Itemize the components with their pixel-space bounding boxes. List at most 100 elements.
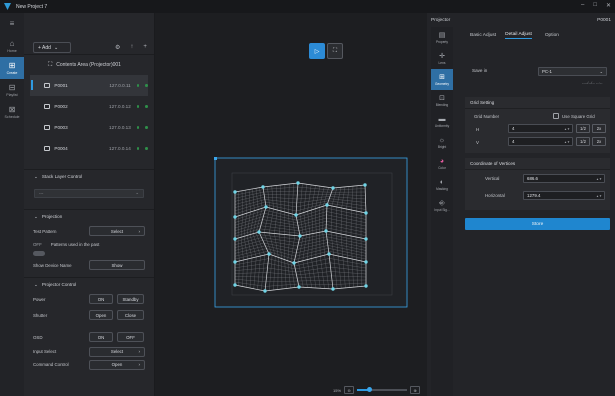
save-in-select[interactable]: PC-1 ⌄	[538, 67, 607, 76]
mesh-vertex-handle[interactable]	[296, 181, 300, 185]
projection-section-header[interactable]: ⌄ Projection	[24, 209, 154, 223]
projector-control-section-header[interactable]: ⌄ Projector Control	[24, 277, 154, 291]
mesh-vertex-handle[interactable]	[297, 285, 301, 289]
mesh-vertex-handle[interactable]	[364, 211, 368, 215]
zoom-in-button[interactable]: ⊕	[410, 386, 421, 394]
mesh-vertex-handle[interactable]	[264, 205, 268, 209]
tab-option[interactable]: Option	[545, 33, 559, 38]
projection-area-corner-marker	[214, 157, 217, 160]
zoom-slider-handle[interactable]	[367, 387, 373, 393]
mesh-vertex-handle[interactable]	[233, 215, 237, 219]
plus-icon[interactable]: +	[143, 44, 147, 51]
geometry-canvas[interactable]: ▷ ⛶ 15% ⊖ ⊕	[155, 13, 427, 396]
mesh-vertex-handle[interactable]	[331, 186, 335, 190]
rail-item-home[interactable]: ⌂ Home	[0, 35, 24, 57]
power-on-button[interactable]: ON	[89, 294, 113, 304]
shutter-close-button[interactable]: Close	[117, 310, 144, 320]
projector-name: P0002	[54, 104, 68, 109]
mesh-vertex-handle[interactable]	[331, 287, 335, 291]
mesh-vertex-handle[interactable]	[364, 237, 368, 241]
rail-item-lens[interactable]: ✛ Lens	[431, 48, 453, 69]
osd-off-button[interactable]: OFF	[117, 332, 144, 342]
settings-icon[interactable]: ⚙	[115, 44, 120, 51]
stack-layer-section-header[interactable]: ⌄ Stack Layer Control	[24, 169, 154, 183]
stack-layer-select[interactable]: --- ⌄	[34, 188, 144, 198]
hamburger-icon: ≡	[9, 19, 15, 28]
arrow-up-icon[interactable]: ↑	[130, 44, 133, 51]
shutter-open-button[interactable]: Open	[89, 310, 113, 320]
mesh-vertex-handle[interactable]	[327, 252, 331, 256]
adjust-content: Basic Adjust Detail Adjust Option Save i…	[457, 27, 611, 396]
mesh-vertex-handle[interactable]	[364, 260, 368, 264]
mesh-vertex-handle[interactable]	[292, 261, 296, 265]
mesh-vertex-handle[interactable]	[261, 185, 265, 189]
mesh-vertex-handle[interactable]	[324, 229, 328, 233]
status-dot-icon	[145, 126, 149, 129]
projector-row[interactable]: P0003 127.0.0.13	[30, 117, 149, 138]
tab-basic-adjust[interactable]: Basic Adjust	[470, 33, 496, 38]
zoom-slider[interactable]	[357, 387, 408, 393]
mesh-vertex-handle[interactable]	[233, 237, 237, 241]
horizontal-label: Horizontal	[485, 193, 505, 198]
horizontal-input[interactable]: 1279.4 ▲▼	[523, 191, 605, 200]
osd-on-button[interactable]: ON	[89, 332, 113, 342]
store-button[interactable]: Store	[465, 218, 610, 230]
minimize-button[interactable]: –	[581, 2, 584, 9]
grid-h-double-button[interactable]: 2x	[592, 124, 606, 133]
grid-h-input[interactable]: 4 ▲▼	[508, 124, 573, 133]
vertical-input[interactable]: 686.6 ▲▼	[523, 174, 605, 183]
grid-h-half-button[interactable]: 1/2	[576, 124, 590, 133]
rail-item-create[interactable]: ⊞ Create	[0, 57, 24, 79]
contents-area-row[interactable]: ⛶ Contents Area (Projector)001	[24, 55, 154, 75]
power-row: Power ON Standby	[24, 291, 154, 307]
rail-item-input-signal[interactable]: ⎆ Input Sig...	[431, 195, 453, 216]
off-toggle[interactable]	[33, 250, 45, 256]
status-dot-icon	[136, 126, 140, 129]
chevron-right-icon: ›	[138, 228, 140, 234]
menu-button[interactable]: ≡	[0, 13, 24, 35]
grid-v-half-button[interactable]: 1/2	[576, 137, 590, 146]
rail-item-bright[interactable]: ☼ Bright	[431, 132, 453, 153]
open-label: Open	[111, 362, 123, 367]
power-standby-button[interactable]: Standby	[117, 294, 144, 304]
tab-detail-adjust[interactable]: Detail Adjust	[505, 32, 532, 39]
show-device-button[interactable]: Show	[89, 260, 145, 270]
test-pattern-select-button[interactable]: Select ›	[89, 226, 145, 236]
use-square-grid-checkbox[interactable]	[553, 113, 559, 119]
projector-row[interactable]: P0001 127.0.0.11	[30, 75, 148, 96]
rail-item-color[interactable]: ◕ Color	[431, 153, 453, 174]
rail-item-property[interactable]: ▤ Property	[431, 27, 453, 48]
mesh-vertex-handle[interactable]	[233, 260, 237, 264]
rail-item-uniformity[interactable]: ▬ Uniformity	[431, 111, 453, 132]
rail-item-schedule[interactable]: ⊠ Schedule	[0, 101, 24, 123]
rail-item-blending[interactable]: ⊡ Blending	[431, 90, 453, 111]
home-icon: ⌂	[9, 38, 15, 48]
uniformity-icon: ▬	[438, 115, 446, 123]
maximize-button[interactable]: □	[593, 2, 597, 9]
rail-item-geometry[interactable]: ⊞ Geometry	[431, 69, 453, 90]
mesh-vertex-handle[interactable]	[267, 252, 271, 256]
mesh-vertex-handle[interactable]	[233, 190, 237, 194]
grid-v-double-button[interactable]: 2x	[592, 137, 606, 146]
rail-label-home: Home	[7, 48, 17, 53]
rail-item-playlist[interactable]: ⊟ Playlist	[0, 79, 24, 101]
mesh-vertex-handle[interactable]	[294, 213, 298, 217]
input-select-button[interactable]: Select ›	[89, 346, 145, 357]
projector-row[interactable]: P0004 127.0.0.14	[30, 138, 149, 159]
mesh-vertex-handle[interactable]	[257, 230, 261, 234]
mesh-vertex-handle[interactable]	[325, 203, 329, 207]
window-title: New Project 7	[16, 3, 48, 10]
close-button[interactable]: ✕	[606, 2, 611, 9]
projection-preview[interactable]	[155, 13, 427, 313]
zoom-out-button[interactable]: ⊖	[344, 386, 355, 394]
mesh-vertex-handle[interactable]	[298, 234, 302, 238]
add-button[interactable]: + Add ⌄	[33, 42, 71, 53]
mesh-vertex-handle[interactable]	[364, 284, 368, 288]
mesh-vertex-handle[interactable]	[233, 283, 237, 287]
mesh-vertex-handle[interactable]	[363, 183, 367, 187]
rail-item-masking[interactable]: ◐ Masking	[431, 174, 453, 195]
grid-v-input[interactable]: 4 ▲▼	[508, 137, 573, 146]
command-open-button[interactable]: Open ›	[89, 359, 145, 370]
mesh-vertex-handle[interactable]	[263, 289, 267, 293]
projector-row[interactable]: P0002 127.0.0.12	[30, 96, 149, 117]
